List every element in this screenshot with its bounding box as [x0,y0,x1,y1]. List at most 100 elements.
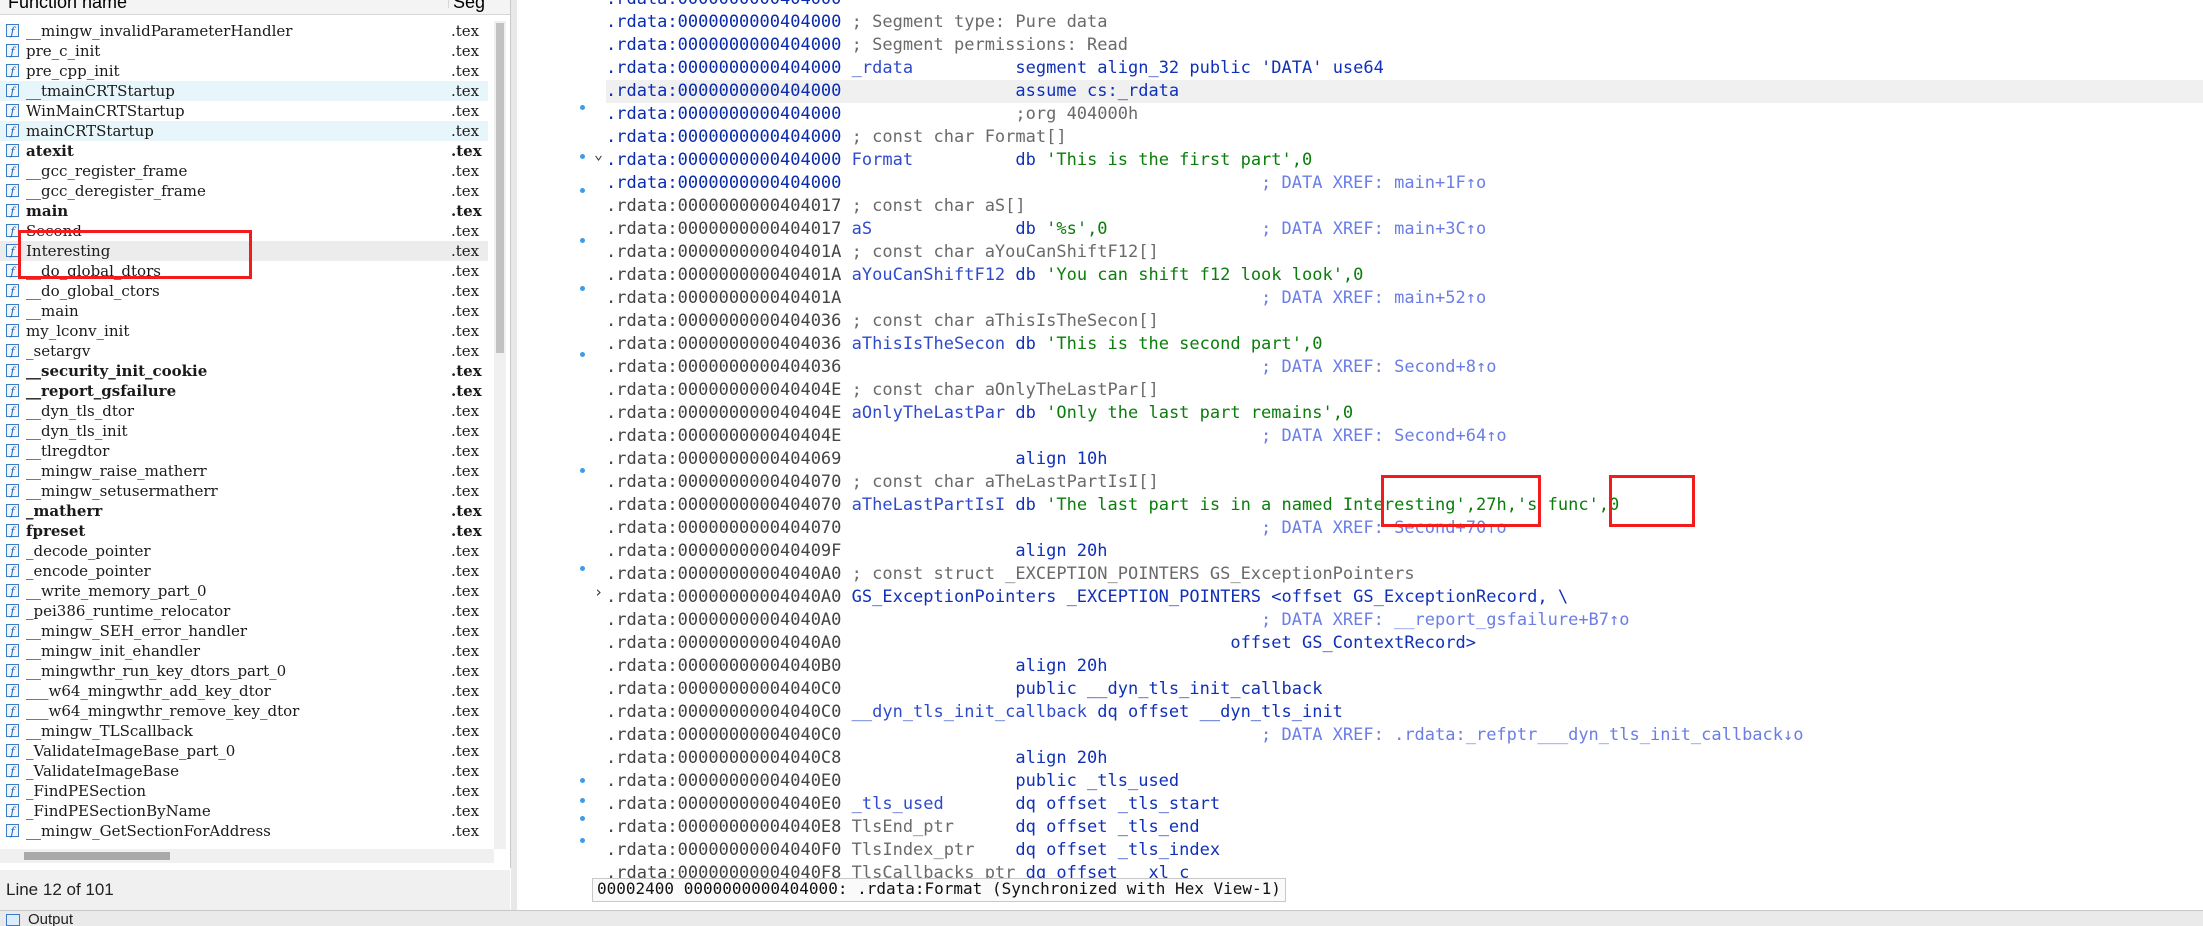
function-row[interactable]: f fpreset .tex [0,521,488,541]
function-icon: f [6,64,19,78]
function-icon: f [6,464,19,478]
xref-dot-icon [580,778,585,783]
function-row[interactable]: f __mingw_init_ehandler .tex [0,641,488,661]
column-header-function-name[interactable]: Function name [8,0,127,11]
code-token: aOnlyTheLastPar [851,403,1006,423]
function-row[interactable]: f _FindPESection .tex [0,781,488,801]
function-row[interactable]: f __mingw_invalidParameterHandler .tex [0,21,488,41]
code-token: align 10h [851,449,1108,469]
function-row[interactable]: f __mingw_raise_matherr .tex [0,461,488,481]
chevron-right-icon[interactable]: › [594,583,603,601]
disassembly-line[interactable]: .rdata:00000000004040A0 GS_ExceptionPoin… [606,586,2203,609]
function-row[interactable]: f __security_init_cookie .tex [0,361,488,381]
chevron-down-icon[interactable]: ⌄ [594,145,603,163]
function-row[interactable]: f __tmainCRTStartup .tex [0,81,488,101]
disassembly-line[interactable]: .rdata:00000000004040F0 TlsIndex_ptr dq … [606,839,2203,862]
disassembly-line[interactable]: .rdata:0000000000404036 ; DATA XREF: Sec… [606,356,2203,379]
disassembly-line[interactable]: .rdata:00000000004040A0 ; const struct _… [606,563,2203,586]
function-row[interactable]: f __report_gsfailure .tex [0,381,488,401]
output-window-icon [6,914,20,926]
function-row[interactable]: f __main .tex [0,301,488,321]
disassembly-line[interactable]: .rdata:0000000000404000 Format db 'This … [606,149,2203,172]
disassembly-line[interactable]: .rdata:00000000004040E0 _tls_used dq off… [606,793,2203,816]
disassembly-line[interactable]: .rdata:0000000000404000 ; Segment type: … [606,11,2203,34]
code-token: ; Segment permissions: Read [851,35,1128,55]
disassembly-line[interactable]: .rdata:0000000000404000 _rdata segment a… [606,57,2203,80]
scrollbar-thumb[interactable] [496,23,504,353]
function-list-vertical-scrollbar[interactable] [494,21,506,849]
disassembly-line[interactable]: .rdata:0000000000404000 assume cs:_rdata [606,80,2203,103]
disassembly-line[interactable]: .rdata:00000000004040A0 ; DATA XREF: __r… [606,609,2203,632]
function-row[interactable]: f __gcc_register_frame .tex [0,161,488,181]
function-row[interactable]: f ___w64_mingwthr_add_key_dtor .tex [0,681,488,701]
function-row[interactable]: f my_lconv_init .tex [0,321,488,341]
function-row[interactable]: f __do_global_ctors .tex [0,281,488,301]
function-row[interactable]: f atexit .tex [0,141,488,161]
disassembly-line[interactable]: .rdata:0000000000404000 ; DATA XREF: mai… [606,172,2203,195]
pane-splitter[interactable] [511,0,517,910]
function-row[interactable]: f _FindPESectionByName .tex [0,801,488,821]
function-row[interactable]: f _encode_pointer .tex [0,561,488,581]
disassembly-line[interactable]: .rdata:0000000000404000 ;org 404000h [606,103,2203,126]
disassembly-line[interactable]: .rdata:00000000004040A0 offset GS_Contex… [606,632,2203,655]
disassembly-line[interactable]: .rdata:000000000040401A ; DATA XREF: mai… [606,287,2203,310]
column-header-segment[interactable]: Seg [448,0,493,11]
function-row[interactable]: f __gcc_deregister_frame .tex [0,181,488,201]
disassembly-line[interactable]: .rdata:00000000004040C0 ; DATA XREF: .rd… [606,724,2203,747]
function-row[interactable]: f __mingw_GetSectionForAddress .tex [0,821,488,841]
function-row[interactable]: f main .tex [0,201,488,221]
disassembly-line[interactable]: .rdata:000000000040401A ; const char aYo… [606,241,2203,264]
disassembly-view[interactable]: ⌄ › .rdata:0000000000404000.rdata:000000… [518,0,2203,883]
disassembly-line[interactable]: .rdata:000000000040401A aYouCanShiftF12 … [606,264,2203,287]
disassembly-line[interactable]: .rdata:0000000000404000 ; Segment permis… [606,34,2203,57]
function-row[interactable]: f ___w64_mingwthr_remove_key_dtor .tex [0,701,488,721]
disassembly-line[interactable]: .rdata:00000000004040E0 public _tls_used [606,770,2203,793]
code-token: ; DATA XREF: __report_gsfailure+B7↑o [851,610,1630,630]
function-row[interactable]: f pre_cpp_init .tex [0,61,488,81]
function-row[interactable]: f __mingwthr_run_key_dtors_part_0 .tex [0,661,488,681]
disassembly-line[interactable]: .rdata:000000000040404E ; const char aOn… [606,379,2203,402]
code-token: dq offset __dyn_tls_init [1087,702,1343,722]
function-row[interactable]: f __mingw_SEH_error_handler .tex [0,621,488,641]
function-row[interactable]: f mainCRTStartup .tex [0,121,488,141]
function-list-horizontal-scrollbar[interactable] [0,849,494,863]
disassembly-line[interactable]: .rdata:00000000004040C0 __dyn_tls_init_c… [606,701,2203,724]
function-row[interactable]: f __dyn_tls_init .tex [0,421,488,441]
function-row[interactable]: f __mingw_TLScallback .tex [0,721,488,741]
disassembly-line[interactable]: .rdata:00000000004040E8 TlsEnd_ptr dq of… [606,816,2203,839]
scrollbar-thumb[interactable] [24,852,170,860]
disassembly-line[interactable]: .rdata:0000000000404036 aThisIsTheSecon … [606,333,2203,356]
xref-dot-icon [580,188,585,193]
disassembly-line[interactable]: .rdata:0000000000404000 [606,0,2203,11]
function-segment: .tex [451,242,480,260]
disassembly-line[interactable]: .rdata:0000000000404017 aS db '%s',0 ; D… [606,218,2203,241]
function-row[interactable]: f _pei386_runtime_relocator .tex [0,601,488,621]
function-row[interactable]: f _ValidateImageBase_part_0 .tex [0,741,488,761]
function-row[interactable]: f __tlregdtor .tex [0,441,488,461]
function-row[interactable]: f _decode_pointer .tex [0,541,488,561]
function-row[interactable]: f __write_memory_part_0 .tex [0,581,488,601]
function-row[interactable]: f pre_c_init .tex [0,41,488,61]
disassembly-line[interactable]: .rdata:00000000004040C0 public __dyn_tls… [606,678,2203,701]
function-segment: .tex [451,822,480,840]
output-window-tab[interactable]: Output [0,910,2203,926]
disassembly-line[interactable]: .rdata:0000000000404017 ; const char aS[… [606,195,2203,218]
disassembly-line[interactable]: .rdata:0000000000404036 ; const char aTh… [606,310,2203,333]
function-row[interactable]: f __mingw_setusermatherr .tex [0,481,488,501]
disassembly-line[interactable]: .rdata:00000000004040C8 align 20h [606,747,2203,770]
disassembly-line[interactable]: .rdata:00000000004040B0 align 20h [606,655,2203,678]
function-row[interactable]: f WinMainCRTStartup .tex [0,101,488,121]
function-row[interactable]: f __dyn_tls_dtor .tex [0,401,488,421]
code-token: .rdata:0000000000404000 [606,104,852,124]
disassembly-line[interactable]: .rdata:000000000040409F align 20h [606,540,2203,563]
disassembly-lines: .rdata:0000000000404000.rdata:0000000000… [606,0,2203,885]
disassembly-line[interactable]: .rdata:000000000040404E ; DATA XREF: Sec… [606,425,2203,448]
function-icon: f [6,544,19,558]
disassembly-line[interactable]: .rdata:0000000000404069 align 10h [606,448,2203,471]
function-row[interactable]: f _setargv .tex [0,341,488,361]
code-token: ; DATA XREF: Second+64↑o [851,426,1507,446]
disassembly-line[interactable]: .rdata:0000000000404000 ; const char For… [606,126,2203,149]
function-row[interactable]: f _ValidateImageBase .tex [0,761,488,781]
disassembly-line[interactable]: .rdata:000000000040404E aOnlyTheLastPar … [606,402,2203,425]
function-row[interactable]: f _matherr .tex [0,501,488,521]
